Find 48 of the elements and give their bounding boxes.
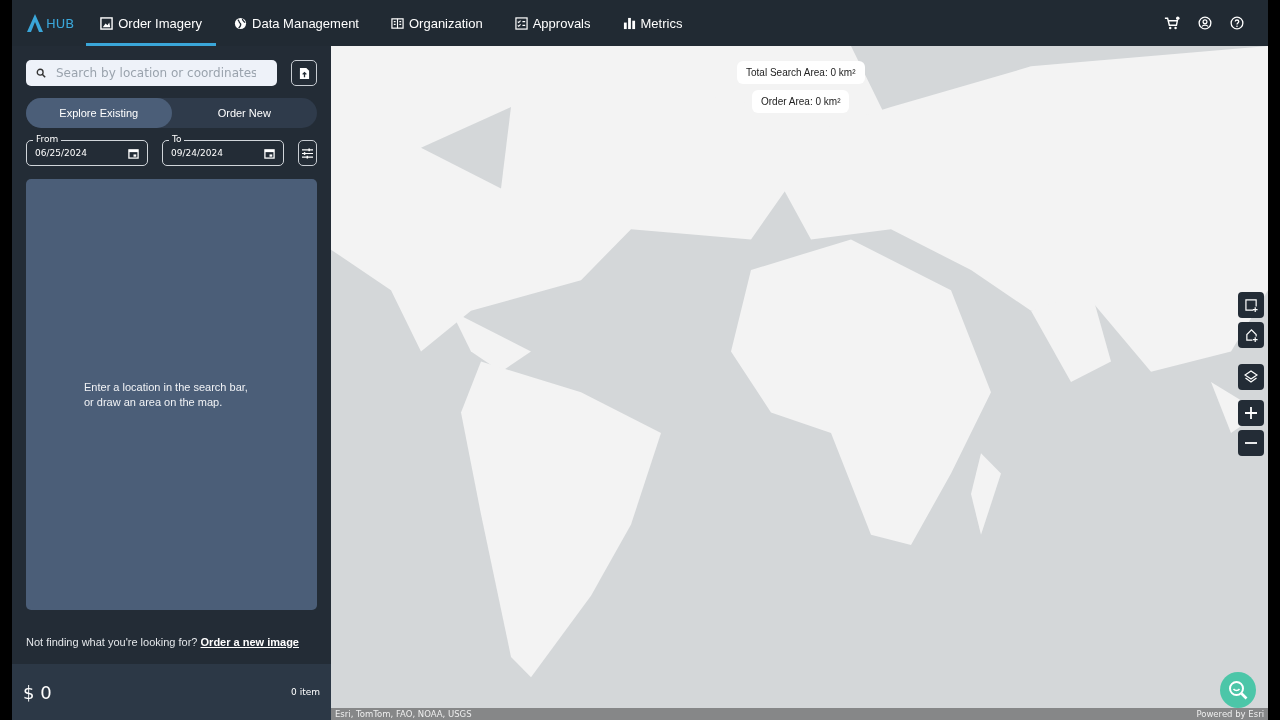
date-label: To (169, 134, 185, 145)
date-value: 06/25/2024 (35, 148, 87, 158)
draw-polygon-button[interactable] (1238, 322, 1264, 348)
search-icon (36, 68, 46, 78)
upload-file-button[interactable] (291, 60, 317, 86)
date-label: From (33, 134, 62, 145)
brand-name: HUB (46, 15, 75, 31)
bar-chart-icon (622, 16, 636, 30)
zoom-in-button[interactable] (1238, 400, 1264, 426)
order-prompt: Not finding what you're looking for? Order a new image (26, 635, 300, 650)
checklist-icon (514, 16, 528, 30)
plus-icon (1245, 407, 1257, 419)
building-icon (391, 16, 404, 30)
area-chip: Order Area: 0 km² (752, 90, 850, 113)
file-upload-icon (298, 66, 310, 80)
help-icon[interactable] (1230, 16, 1244, 30)
cart-total: $ 0 (23, 681, 52, 703)
zoom-out-button[interactable] (1238, 430, 1264, 456)
order-link[interactable]: Order a new image (200, 636, 299, 648)
filter-button[interactable] (298, 140, 317, 166)
empty-message: Enter a location in the search bar, or draw an area on the map. (84, 379, 249, 410)
account-icon[interactable] (1198, 16, 1212, 30)
item-count: 0 item (291, 687, 320, 697)
calendar-icon[interactable] (128, 147, 139, 159)
draw-rectangle-button[interactable] (1238, 292, 1264, 318)
polygon-plus-icon (1244, 328, 1258, 342)
area-chip: Total Search Area: 0 km² (737, 61, 865, 84)
calendar-icon[interactable] (264, 147, 275, 159)
nav-tab[interactable]: Approvals (500, 0, 605, 46)
rectangle-plus-icon (1244, 298, 1258, 312)
sliders-icon (301, 147, 314, 159)
globe-icon (234, 16, 248, 30)
layers-icon (1244, 370, 1258, 384)
nav-tab[interactable]: Organization (377, 0, 497, 46)
powered-by-text: Powered by Esri (1196, 709, 1264, 719)
layers-button[interactable] (1238, 364, 1264, 390)
logo-icon (27, 14, 43, 32)
logo[interactable]: HUB (12, 0, 87, 46)
mode-option[interactable]: Explore Existing (26, 98, 172, 128)
search-field[interactable]: Search by location or coordinates (26, 60, 277, 86)
image-icon (100, 16, 114, 30)
date-value: 09/24/2024 (171, 148, 223, 158)
attribution-text: Esri, TomTom, FAO, NOAA, USGS (335, 709, 472, 719)
search-icon (1228, 680, 1248, 700)
mode-option[interactable]: Order New (171, 98, 317, 128)
cart-icon[interactable] (1164, 15, 1180, 31)
nav-tab[interactable]: Metrics (608, 0, 697, 46)
nav-tab[interactable]: Data Management (220, 0, 373, 46)
